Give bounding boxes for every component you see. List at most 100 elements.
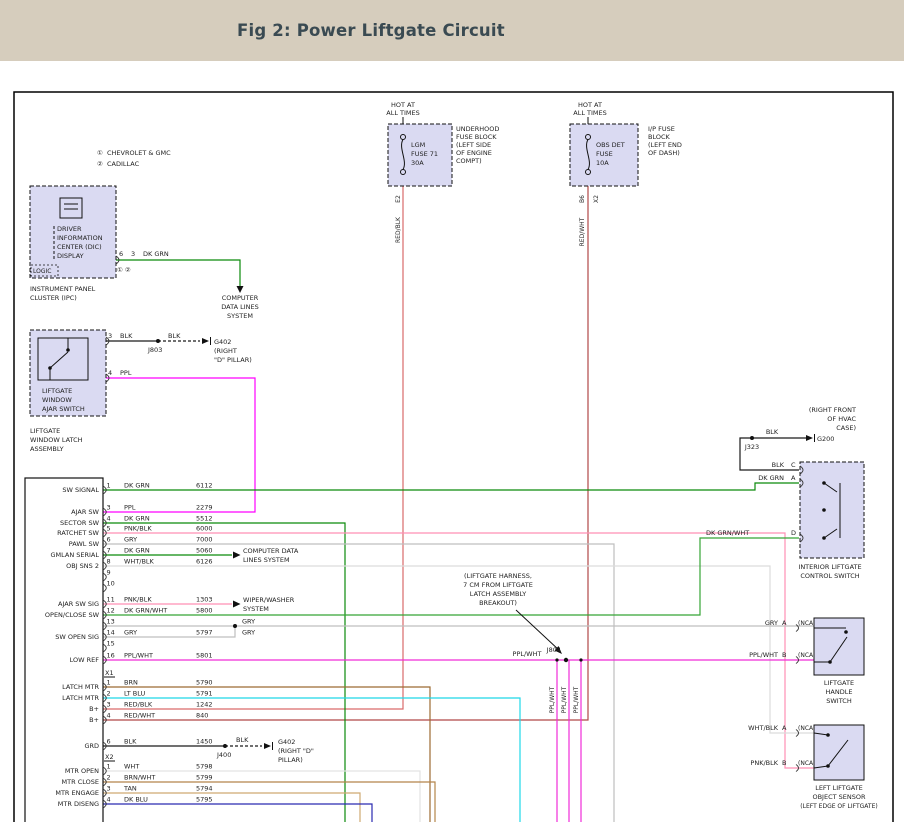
interior-pin-d-color: DK GRN/WHT [706, 529, 749, 537]
junction-j803 [156, 339, 160, 343]
harness-note-2: 7 CM FROM LIFTGATE [463, 581, 533, 589]
circuit-number: 5798 [196, 763, 213, 771]
g402-bottom-loc-2: PILLAR) [278, 756, 303, 764]
wire-color-label: GRY [124, 629, 137, 637]
connector-row-pin-15: 15 [103, 640, 115, 653]
harness-note-4: BREAKOUT) [479, 599, 517, 607]
pin-number: 13 [107, 618, 115, 626]
pin-function-label: OBJ SNS 2 [66, 562, 99, 570]
harness-note-3: LATCH ASSEMBLY [470, 590, 526, 598]
sensor-pin-a: A [782, 724, 787, 732]
pin-function-label: LOW REF [70, 656, 100, 664]
fuse1-block-5: COMPT) [456, 157, 482, 165]
fuse2-hot-1: HOT AT [578, 101, 602, 109]
gmlan-dest-1: COMPUTER DATA [243, 547, 299, 555]
ppl-wht-mid-label: PPL/WHT [513, 650, 542, 658]
fuse1-name-2: FUSE 71 [411, 150, 438, 158]
wire-color-label: DK GRN [124, 547, 150, 555]
ajar-switch-name-1: LIFTGATE [42, 387, 72, 395]
legend-item-1: CHEVROLET & GMC [107, 149, 171, 157]
pin-function-label: AJAR SW SIG [58, 600, 99, 608]
legend-item-2: CADILLAC [107, 160, 140, 168]
circuit-number: 2279 [196, 504, 213, 512]
arrow-ipc-data-lines [237, 286, 244, 293]
g200-loc-3: CASE) [836, 424, 856, 432]
legend-mark-1: ① [97, 149, 103, 157]
junction-ppl-wht-3 [579, 658, 582, 661]
ipc-variant-marks: ① ② [117, 266, 131, 274]
handle-pin-b-nca: (NCA [798, 652, 814, 659]
circuit-number: 5801 [196, 652, 213, 660]
wire-color-label: BLK [124, 738, 137, 746]
object-sensor-name-2: OBJECT SENSOR [812, 793, 866, 801]
pin-function-label: GMLAN SERIAL [50, 551, 99, 559]
handle-switch-name-3: SWITCH [826, 697, 852, 705]
fuse2-hot-2: ALL TIMES [573, 109, 606, 117]
pin-number: 2 [107, 774, 111, 782]
legend-mark-2: ② [97, 160, 103, 168]
ppl-wht-branch-label-3: PPL/WHT [573, 686, 580, 713]
junction-j323-label: J323 [744, 443, 759, 451]
pin-number: 4 [107, 515, 111, 523]
pin-number: 3 [107, 504, 111, 512]
g200-loc-1: (RIGHT FRONT [809, 406, 856, 414]
pin-number: 1 [107, 482, 111, 490]
handle-switch-contact-a [844, 630, 848, 634]
wire-ipc-dk-grn [116, 260, 240, 286]
circuit-number: 5060 [196, 547, 213, 555]
sensor-pin-a-nca: (NCA [798, 725, 814, 732]
fuse2-terminal: B6 [579, 195, 586, 203]
fuse1-block-3: (LEFT SIDE [456, 141, 491, 149]
ipc-logic-label: LOGIC [33, 268, 51, 275]
connector-row-pin-10: 10 [103, 580, 115, 593]
pin-number: 10 [107, 580, 115, 588]
g402-top-loc-2: "D" PILLAR) [214, 356, 252, 364]
circuit-number: 5794 [196, 785, 213, 793]
pin-number: 16 [107, 652, 115, 660]
pin-number: 4 [107, 712, 111, 720]
fuse2-wire-color: RED/WHT [579, 217, 586, 246]
handle-switch-box [814, 618, 864, 675]
interior-pin-a-color: DK GRN [758, 474, 784, 482]
latch-assembly-name-2: WINDOW LATCH [30, 436, 83, 444]
ppl-wht-branch-label-1: PPL/WHT [549, 686, 556, 713]
harness-note-1: (LIFTGATE HARNESS, [464, 572, 532, 580]
wire-color-label: PNK/BLK [124, 596, 152, 604]
interior-liftgate-control-switch [800, 462, 864, 558]
interior-switch-name-2: CONTROL SWITCH [800, 572, 859, 580]
ipc-pin-3: 3 [131, 250, 135, 258]
fuse2-block-1: I/P FUSE [648, 125, 675, 133]
arrow-gmlan-data-lines [233, 552, 241, 559]
circuit-number: 5791 [196, 690, 213, 698]
fuse1-hot-2: ALL TIMES [386, 109, 419, 117]
pin-function-label: SECTOR SW [60, 519, 100, 527]
pin-function-label: GRD [84, 742, 99, 750]
circuit-number: 6126 [196, 558, 213, 566]
wiring-diagram: ① CHEVROLET & GMC ② CADILLAC HOT AT ALL … [0, 0, 904, 822]
gmlan-dest-2: LINES SYSTEM [243, 556, 290, 564]
connector-x2-label: X2 [105, 753, 114, 761]
pin-number: 2 [107, 690, 111, 698]
ajar-blk-label-1: BLK [120, 332, 133, 340]
g402-top-loc-1: (RIGHT [214, 347, 237, 355]
circuit-number: 5799 [196, 774, 213, 782]
pin-function-label: PAWL SW [69, 540, 100, 548]
wire-gry-5797 [103, 626, 235, 637]
handle-switch-name-1: LIFTGATE [824, 679, 854, 687]
wire-color-label: DK GRN [124, 515, 150, 523]
pin-number: 15 [107, 640, 115, 648]
ground-g402-bottom-icon [264, 743, 271, 749]
junction-j400-label: J400 [216, 751, 231, 759]
g200-name: G200 [817, 435, 834, 443]
wire-brn-wht-5799 [103, 782, 435, 822]
pin-function-label: B+ [89, 716, 99, 724]
ipc-pin-6: 6 [119, 250, 123, 258]
pin-number: 4 [107, 796, 111, 804]
wire-color-label: WHT [124, 763, 139, 771]
wiper-dest-2: SYSTEM [243, 605, 269, 613]
wire-color-label: PPL/WHT [124, 652, 153, 660]
pin-function-label: B+ [89, 705, 99, 713]
ipc-dest-1: COMPUTER [222, 294, 259, 302]
ajar-ppl-label: PPL [120, 369, 132, 377]
wire-color-label: BRN/WHT [124, 774, 155, 782]
